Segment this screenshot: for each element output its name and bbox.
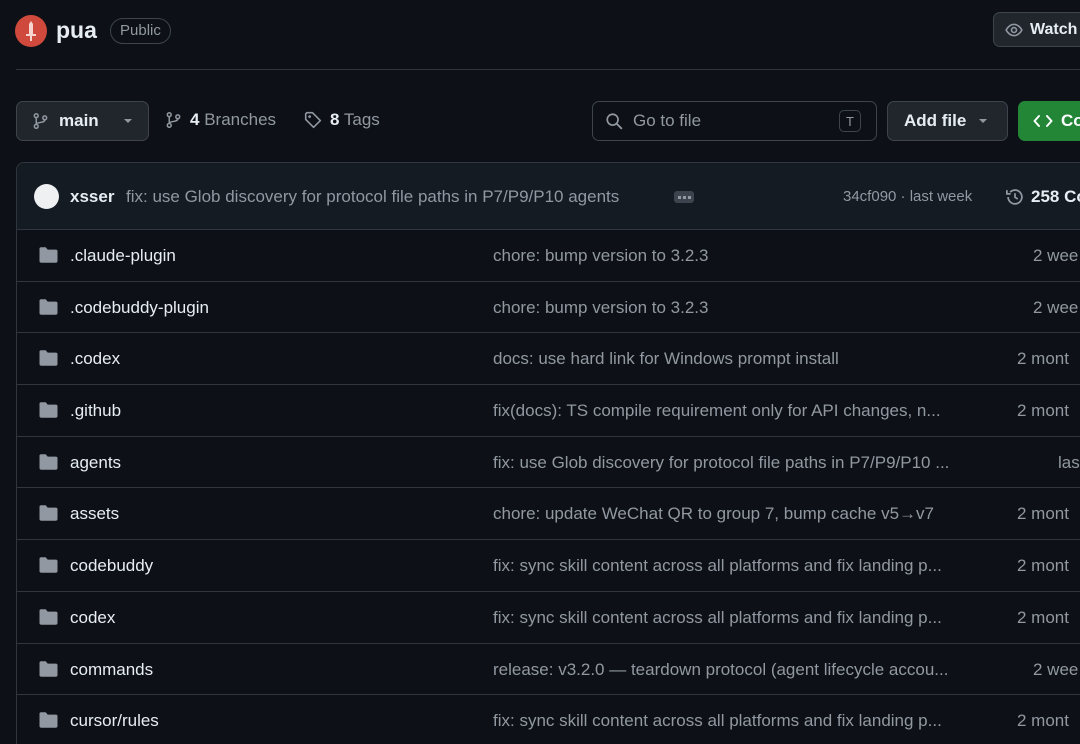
file-commit-date: 2 mont — [1017, 504, 1069, 524]
file-name[interactable]: codex — [70, 608, 115, 628]
expand-commit-button[interactable] — [674, 191, 694, 203]
sword-logo-icon[interactable] — [15, 15, 47, 47]
folder-icon — [39, 247, 58, 263]
file-commit-date: 2 wee — [1033, 297, 1079, 317]
watch-label: Watch — [1030, 20, 1078, 38]
commits-count-label: 258 Co — [1031, 187, 1080, 206]
commit-author[interactable]: xsser — [70, 187, 114, 207]
file-commit-date: 2 mont — [1017, 711, 1069, 731]
file-row[interactable]: commands release: v3.2.0 — teardown proto… — [17, 644, 1080, 696]
code-icon — [1033, 115, 1053, 127]
commit-history-link[interactable]: 258 Co — [1005, 187, 1080, 207]
file-name[interactable]: commands — [70, 660, 153, 680]
file-name[interactable]: .claude-plugin — [70, 246, 176, 266]
folder-icon — [39, 298, 58, 315]
search-icon — [606, 113, 623, 130]
repo-name[interactable]: pua — [56, 17, 97, 44]
file-commit-date: 2 mont — [1017, 607, 1069, 627]
file-commit-date: 2 wee — [1033, 246, 1079, 265]
folder-icon — [39, 350, 58, 367]
file-commit-message[interactable]: chore: bump version to 3.2.3 — [493, 246, 987, 266]
file-row[interactable]: agents fix: use Glob discovery for protoc… — [17, 437, 1080, 489]
triangle-down-icon — [979, 119, 988, 123]
repo-header: pua Public Watch — [0, 0, 1080, 70]
commit-message[interactable]: fix: use Glob discovery for protocol fil… — [126, 187, 619, 207]
file-commit-message[interactable]: fix: sync skill content across all platf… — [493, 556, 987, 576]
search-input[interactable] — [633, 111, 829, 131]
folder-icon — [39, 402, 58, 418]
eye-icon — [1005, 23, 1023, 36]
file-commit-message[interactable]: release: v3.2.0 — teardown protocol (age… — [493, 660, 987, 680]
file-commit-message[interactable]: chore: update WeChat QR to group 7, bump… — [493, 504, 987, 524]
file-row[interactable]: .claude-plugin chore: bump version to 3.2… — [17, 230, 1080, 282]
file-row[interactable]: codebuddy fix: sync skill content across … — [17, 540, 1080, 592]
file-name[interactable]: codebuddy — [70, 556, 153, 576]
folder-icon — [39, 505, 58, 522]
file-row[interactable]: .codebuddy-plugin chore: bump version to … — [17, 282, 1080, 334]
file-name[interactable]: agents — [70, 453, 121, 473]
tags-label: Tags — [343, 110, 380, 129]
history-icon — [1006, 189, 1023, 205]
file-row[interactable]: codex fix: sync skill content across all … — [17, 592, 1080, 644]
avatar[interactable] — [34, 184, 59, 209]
git-branch-icon — [166, 112, 181, 128]
branches-label: Branches — [204, 110, 277, 129]
folder-icon — [39, 660, 58, 677]
file-commit-date: las — [1058, 452, 1080, 472]
file-commit-message[interactable]: fix: sync skill content across all platf… — [493, 711, 987, 731]
branch-selector[interactable]: main — [16, 101, 149, 141]
code-label: Co — [1061, 111, 1080, 130]
git-branch-icon — [33, 113, 48, 129]
branches-link[interactable]: 4 Branches — [165, 110, 276, 130]
folder-icon — [39, 454, 58, 470]
file-commit-date: 2 wee — [1033, 659, 1079, 679]
latest-commit-bar: xsser fix: use Glob discovery for protoc… — [17, 163, 1080, 230]
branch-name: main — [59, 111, 99, 130]
branches-count: 4 — [190, 110, 200, 129]
triangle-down-icon — [123, 119, 132, 123]
file-name[interactable]: assets — [70, 504, 119, 524]
file-row[interactable]: .codex docs: use hard link for Windows pr… — [17, 333, 1080, 386]
file-table: xsser fix: use Glob discovery for protoc… — [16, 162, 1080, 744]
file-row[interactable]: cursor/rules fix: sync skill content acro… — [17, 695, 1080, 744]
keyboard-shortcut-hint: T — [839, 110, 861, 132]
file-name[interactable]: .github — [70, 401, 121, 421]
folder-icon — [39, 557, 58, 573]
file-row[interactable]: .github fix(docs): TS compile requirement… — [17, 385, 1080, 437]
file-commit-date: 2 mont — [1017, 349, 1069, 369]
file-commit-message[interactable]: chore: bump version to 3.2.3 — [493, 298, 987, 318]
file-name[interactable]: .codex — [70, 349, 120, 369]
add-file-button[interactable]: Add file — [887, 101, 1008, 141]
file-name[interactable]: .codebuddy-plugin — [70, 298, 209, 318]
tags-count: 8 — [330, 110, 340, 129]
go-to-file-search[interactable]: T — [592, 101, 877, 141]
file-commit-message[interactable]: fix(docs): TS compile requirement only f… — [493, 401, 987, 421]
repo-page: pua Public Watch main 4 Branches 8 Tags … — [0, 0, 1080, 744]
folder-icon — [39, 712, 58, 728]
file-row[interactable]: assets chore: update WeChat QR to group 7… — [17, 488, 1080, 541]
watch-button[interactable]: Watch — [993, 12, 1080, 47]
file-commit-message[interactable]: fix: use Glob discovery for protocol fil… — [493, 453, 987, 473]
tag-icon — [304, 111, 322, 129]
header-divider — [16, 69, 1080, 70]
code-button[interactable]: Co — [1018, 101, 1080, 141]
commit-hash-time[interactable]: 34cf090 · last week — [843, 188, 972, 205]
tags-link[interactable]: 8 Tags — [304, 110, 380, 130]
file-commit-date: 2 mont — [1017, 401, 1069, 421]
file-commit-message[interactable]: docs: use hard link for Windows prompt i… — [493, 349, 987, 369]
add-file-label: Add file — [904, 111, 967, 130]
visibility-badge: Public — [110, 18, 171, 44]
folder-icon — [39, 609, 58, 625]
file-commit-date: 2 mont — [1017, 556, 1069, 576]
file-name[interactable]: cursor/rules — [70, 711, 159, 731]
file-commit-message[interactable]: fix: sync skill content across all platf… — [493, 608, 987, 628]
